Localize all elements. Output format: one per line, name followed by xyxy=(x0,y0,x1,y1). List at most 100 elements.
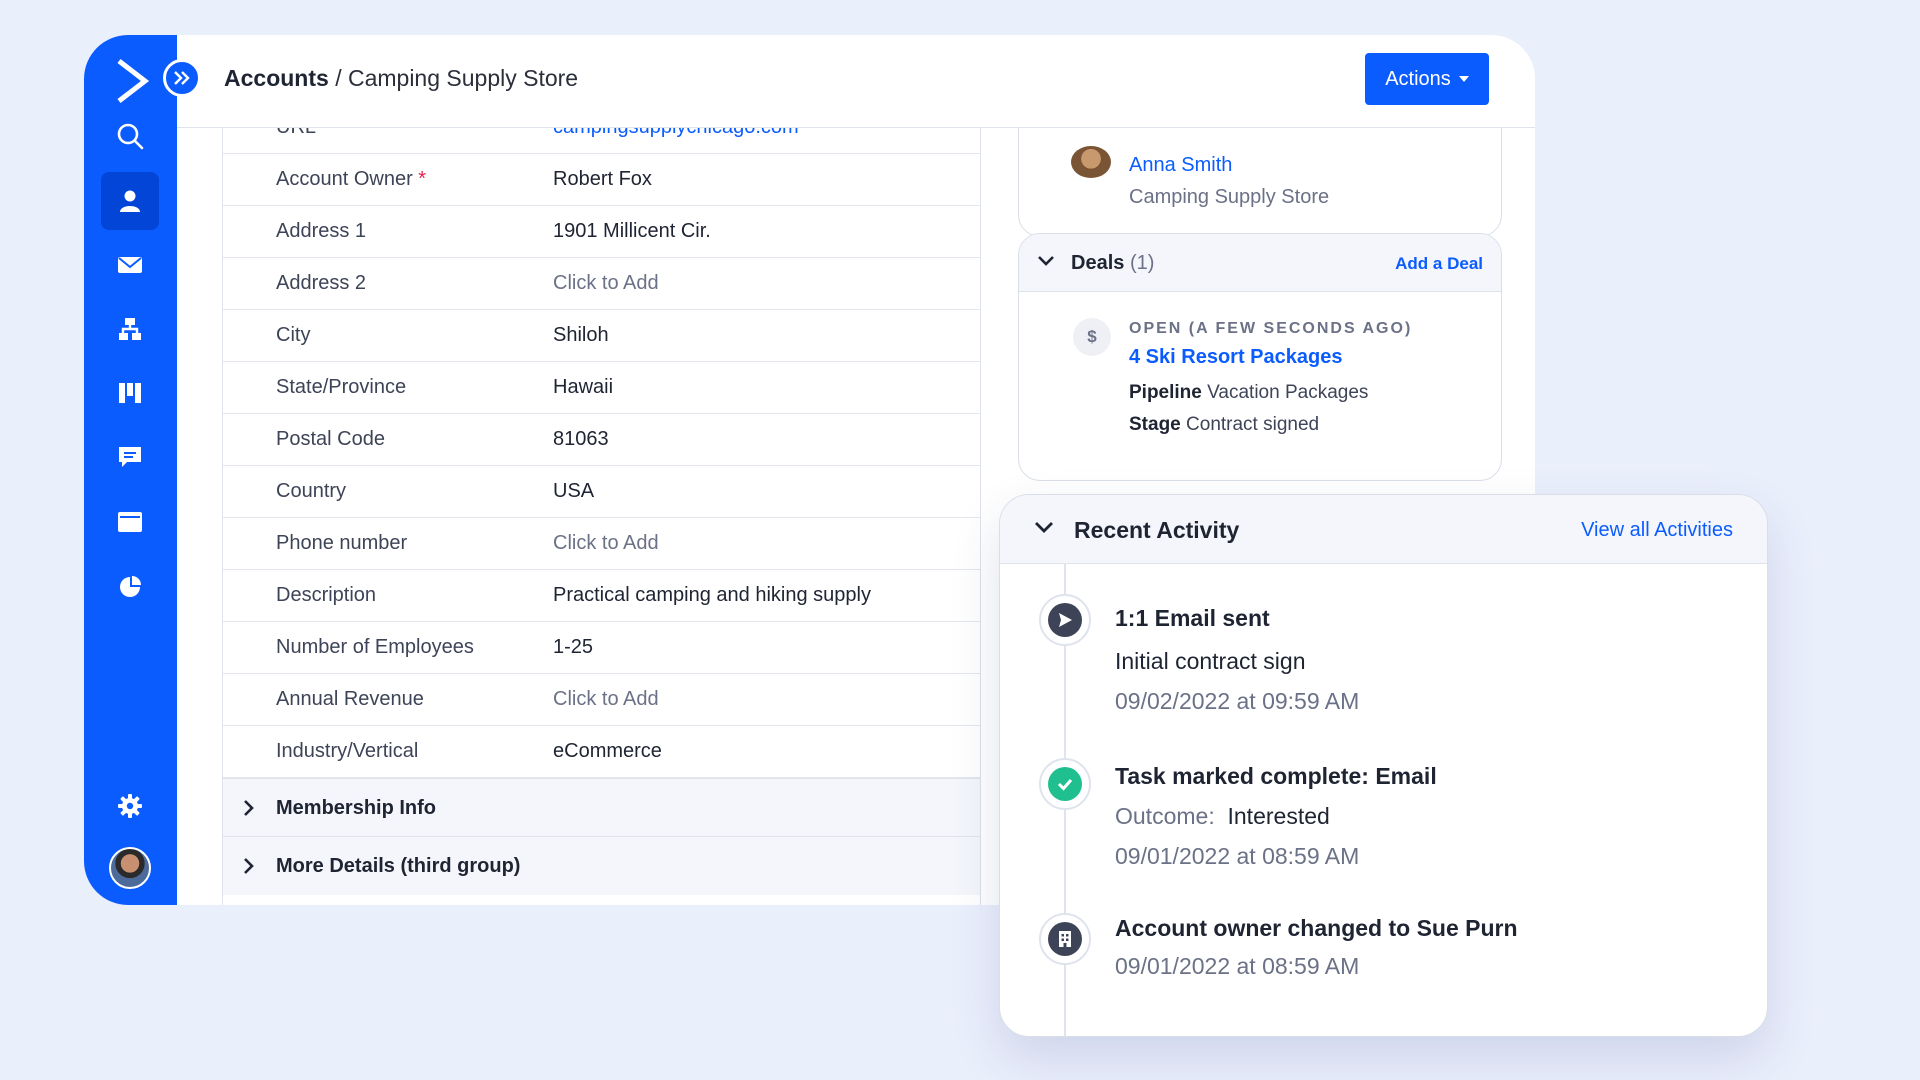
detail-row[interactable]: Annual Revenue Click to Add xyxy=(223,673,980,726)
detail-label: Account Owner * xyxy=(276,167,427,190)
section-more-details[interactable]: More Details (third group) xyxy=(223,836,980,895)
recent-activity-title: Recent Activity xyxy=(1074,517,1240,543)
detail-row[interactable]: Phone number Click to Add xyxy=(223,517,980,570)
caret-down-icon xyxy=(1458,76,1469,82)
activity-time: 09/01/2022 at 08:59 AM xyxy=(1115,953,1360,979)
chevron-right-icon xyxy=(244,800,254,816)
detail-value[interactable]: Hawaii xyxy=(553,376,613,399)
detail-value[interactable]: eCommerce xyxy=(553,740,662,763)
sidebar-expand-button[interactable] xyxy=(163,59,201,97)
detail-row[interactable]: Postal Code 81063 xyxy=(223,413,980,466)
activity-outcome: Outcome: Interested xyxy=(1115,803,1330,829)
section-membership-info[interactable]: Membership Info xyxy=(223,778,980,837)
sidebar-item-reports[interactable] xyxy=(101,557,159,615)
deal-name-link[interactable]: 4 Ski Resort Packages xyxy=(1129,346,1342,369)
section-title: More Details (third group) xyxy=(276,854,521,877)
sidebar-item-search[interactable] xyxy=(101,107,159,165)
detail-value[interactable]: Practical camping and hiking supply xyxy=(553,584,871,607)
detail-value[interactable]: Click to Add xyxy=(553,272,659,295)
breadcrumb-current: Camping Supply Store xyxy=(347,65,579,91)
breadcrumb: Accounts / Camping Supply Store xyxy=(224,65,578,92)
detail-row[interactable]: Country USA xyxy=(223,465,980,518)
section-title: Membership Info xyxy=(276,796,437,819)
add-deal-link[interactable]: Add a Deal xyxy=(1395,254,1483,274)
chevron-down-icon xyxy=(1035,522,1053,533)
detail-value[interactable]: Click to Add xyxy=(553,532,659,555)
dollar-icon: $ xyxy=(1073,318,1111,356)
user-avatar[interactable] xyxy=(109,847,151,889)
detail-label: Country xyxy=(276,479,347,502)
required-mark: * xyxy=(418,167,427,190)
app-logo-icon[interactable] xyxy=(111,55,151,107)
detail-label: Industry/Vertical xyxy=(276,739,419,762)
deals-count: (1) xyxy=(1129,252,1155,274)
search-icon xyxy=(117,123,144,150)
deals-card: Deals (1) Add a Deal $ OPEN (A FEW SECON… xyxy=(1018,233,1502,481)
detail-value[interactable]: Robert Fox xyxy=(553,168,652,191)
detail-label: Postal Code xyxy=(276,427,385,450)
detail-value[interactable]: USA xyxy=(553,480,594,503)
sidebar-item-website[interactable] xyxy=(101,493,159,551)
detail-label: Number of Employees xyxy=(276,635,474,658)
deal-pipeline: Pipeline Vacation Packages xyxy=(1129,382,1369,403)
deals-title: Deals (1) xyxy=(1071,252,1155,274)
sidebar-item-settings[interactable] xyxy=(101,777,159,835)
detail-value[interactable]: Click to Add xyxy=(553,688,659,711)
chevron-down-icon xyxy=(1038,256,1054,266)
detail-row[interactable]: Account Owner * Robert Fox xyxy=(223,153,980,206)
sidebar-item-automations[interactable] xyxy=(101,300,159,358)
detail-value[interactable]: 1-25 xyxy=(553,636,593,659)
browser-window-icon xyxy=(118,512,142,532)
detail-label: Address 1 xyxy=(276,219,367,242)
activity-title: Account owner changed to Sue Purn xyxy=(1115,915,1518,941)
automation-tree-icon xyxy=(119,318,141,340)
breadcrumb-parent-link[interactable]: Accounts xyxy=(224,65,329,91)
detail-row-url: URL campingsupplychicago.com xyxy=(223,127,980,154)
detail-label: URL xyxy=(276,127,316,139)
deal-status: OPEN (A FEW SECONDS AGO) xyxy=(1129,320,1413,337)
detail-value[interactable]: Shiloh xyxy=(553,324,609,347)
detail-label: City xyxy=(276,323,311,346)
chat-icon xyxy=(119,447,141,467)
detail-value[interactable]: 81063 xyxy=(553,428,609,451)
gear-icon xyxy=(118,794,142,818)
detail-row[interactable]: City Shiloh xyxy=(223,309,980,362)
sidebar-item-campaigns[interactable] xyxy=(101,236,159,294)
pipeline-board-icon xyxy=(119,383,141,403)
detail-label: State/Province xyxy=(276,375,407,398)
activity-time: 09/02/2022 at 09:59 AM xyxy=(1115,688,1360,714)
email-sent-icon xyxy=(1039,594,1091,646)
contact-name-link[interactable]: Anna Smith xyxy=(1129,154,1232,177)
contact-company: Camping Supply Store xyxy=(1129,186,1330,208)
detail-row[interactable]: State/Province Hawaii xyxy=(223,361,980,414)
building-icon xyxy=(1039,913,1091,965)
activity-time: 09/01/2022 at 08:59 AM xyxy=(1115,843,1360,869)
detail-row[interactable]: Address 2 Click to Add xyxy=(223,257,980,310)
deals-header[interactable]: Deals (1) Add a Deal xyxy=(1019,234,1501,292)
deal-stage: Stage Contract signed xyxy=(1129,414,1320,435)
chevron-right-icon xyxy=(244,858,254,874)
sidebar-item-conversations[interactable] xyxy=(101,428,159,486)
activity-title: 1:1 Email sent xyxy=(1115,605,1270,631)
detail-row[interactable]: Address 1 1901 Millicent Cir. xyxy=(223,205,980,258)
sidebar-item-contacts[interactable] xyxy=(101,172,159,230)
contact-avatar xyxy=(1071,146,1111,178)
pie-chart-icon xyxy=(120,576,141,597)
view-all-activities-link[interactable]: View all Activities xyxy=(1581,519,1733,542)
detail-row[interactable]: Description Practical camping and hiking… xyxy=(223,569,980,622)
actions-button[interactable]: Actions xyxy=(1365,53,1489,105)
envelope-icon xyxy=(118,257,142,273)
person-icon xyxy=(120,190,140,212)
recent-activity-header[interactable]: Recent Activity View all Activities xyxy=(1000,495,1767,564)
sidebar-item-deals[interactable] xyxy=(101,364,159,422)
recent-activity-card: Recent Activity View all Activities 1:1 … xyxy=(999,494,1768,1037)
activity-title: Task marked complete: Email xyxy=(1115,763,1437,789)
check-circle-icon xyxy=(1039,758,1091,810)
double-chevron-right-icon xyxy=(174,71,190,85)
activity-subtitle: Initial contract sign xyxy=(1115,648,1306,674)
detail-value-link[interactable]: campingsupplychicago.com xyxy=(553,127,799,139)
detail-row[interactable]: Number of Employees 1-25 xyxy=(223,621,980,674)
detail-row[interactable]: Industry/Vertical eCommerce xyxy=(223,725,980,778)
detail-value[interactable]: 1901 Millicent Cir. xyxy=(553,220,711,243)
header: Accounts / Camping Supply Store Actions xyxy=(177,35,1535,128)
